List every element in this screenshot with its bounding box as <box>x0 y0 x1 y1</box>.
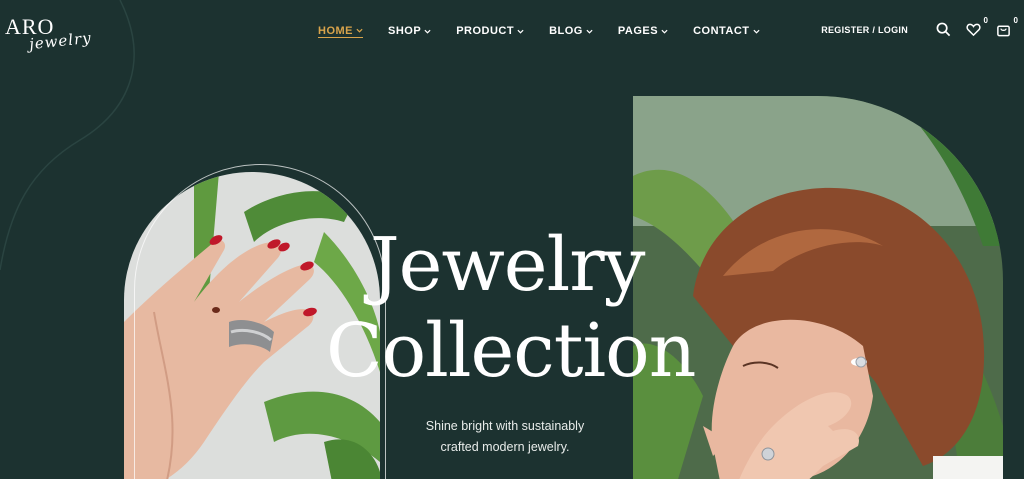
nav-item-shop[interactable]: SHOP <box>388 24 431 38</box>
header-tools: REGISTER / LOGIN 0 0 <box>821 16 1018 38</box>
nav-item-label: SHOP <box>388 25 422 37</box>
heart-icon <box>966 23 981 37</box>
nav-item-product[interactable]: PRODUCT <box>456 24 524 38</box>
search-button[interactable] <box>936 22 952 38</box>
woman-earring-image <box>633 96 1003 479</box>
hero-title-line1: Jewelry <box>370 222 645 308</box>
nav-item-contact[interactable]: CONTACT <box>693 24 760 38</box>
search-icon <box>936 22 951 37</box>
chevron-down-icon <box>661 29 668 34</box>
wishlist-count-badge: 0 <box>983 16 988 25</box>
main-nav: HOME SHOP PRODUCT BLOG PAGES CONTACT <box>318 24 785 38</box>
nav-item-label: HOME <box>318 24 353 37</box>
nav-item-label: PAGES <box>617 25 659 37</box>
hero-tagline: Shine bright with sustainably crafted mo… <box>420 416 590 458</box>
nav-item-home[interactable]: HOME <box>318 24 363 38</box>
hero-title-line2: Collection <box>326 308 696 394</box>
cart-button[interactable]: 0 <box>996 16 1018 38</box>
hero-section: ARO jewelry HOME SHOP PRODUCT BLOG PAGES… <box>0 0 1024 479</box>
wishlist-button[interactable]: 0 <box>966 16 988 38</box>
register-login-link[interactable]: REGISTER / LOGIN <box>821 25 908 35</box>
nav-item-label: PRODUCT <box>456 25 515 37</box>
cart-count-badge: 0 <box>1013 16 1018 25</box>
tagline-line2: crafted modern jewelry. <box>440 440 570 454</box>
nav-item-label: CONTACT <box>693 25 750 37</box>
nav-item-label: BLOG <box>549 25 583 37</box>
chevron-down-icon <box>586 29 593 34</box>
tagline-line1: Shine bright with sustainably <box>425 419 585 433</box>
woman-earring-photo <box>633 96 1003 479</box>
nav-item-pages[interactable]: PAGES <box>618 24 668 38</box>
brand-logo[interactable]: ARO jewelry <box>5 12 95 53</box>
chevron-down-icon <box>356 28 363 33</box>
nav-item-blog[interactable]: BLOG <box>549 24 593 38</box>
chevron-down-icon <box>752 29 760 34</box>
shopping-bag-icon <box>997 25 1010 37</box>
chevron-down-icon <box>517 29 524 34</box>
chevron-down-icon <box>424 29 431 34</box>
